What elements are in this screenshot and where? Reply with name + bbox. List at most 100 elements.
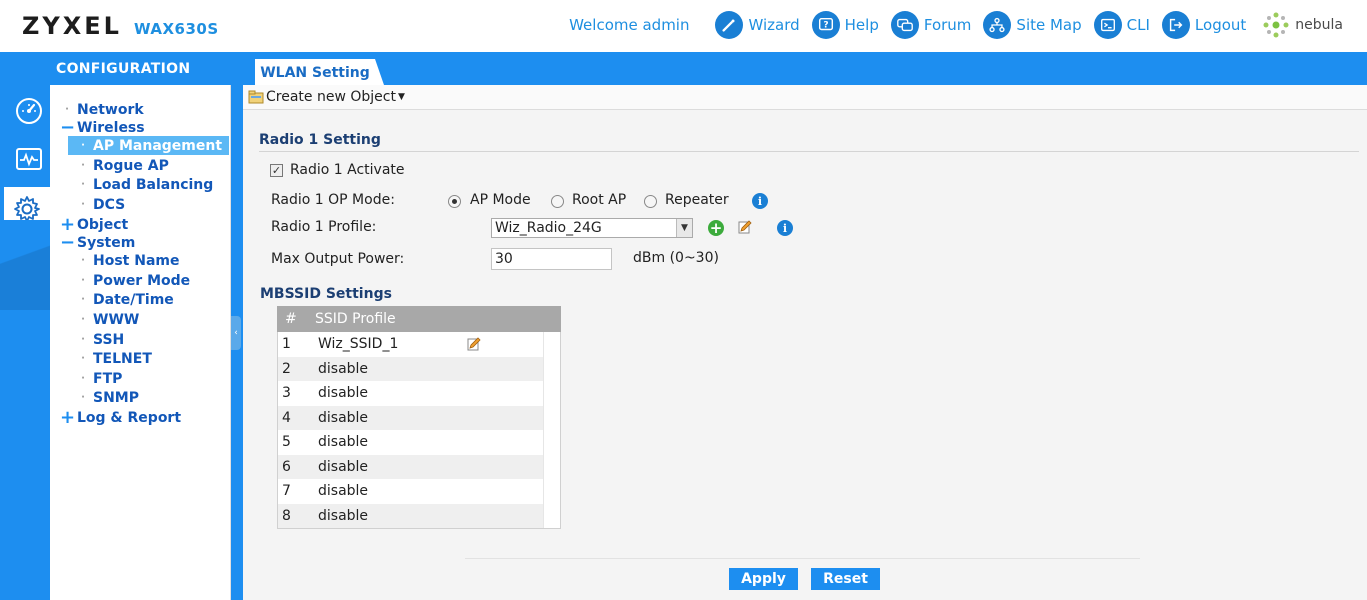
radio-profile-value: Wiz_Radio_24G — [495, 220, 602, 236]
column-header-ssid-profile: SSID Profile — [315, 311, 396, 327]
nebula-label: nebula — [1295, 17, 1343, 33]
op-mode-repeater-radio[interactable] — [644, 195, 657, 208]
sitemap-label: Site Map — [1016, 16, 1082, 34]
max-power-input[interactable]: 30 — [491, 248, 612, 270]
tree-item-host-name[interactable]: · Host Name — [76, 251, 179, 270]
add-profile-icon[interactable]: + — [708, 220, 724, 236]
tree-item-log-report[interactable]: + Log & Report — [60, 408, 181, 427]
tree-item-ap-management[interactable]: · AP Management — [68, 136, 229, 155]
radio1-activate-label: Radio 1 Activate — [290, 162, 405, 178]
tree-item-ssh[interactable]: · SSH — [76, 330, 124, 349]
rail-shade — [0, 220, 50, 310]
rail-monitor[interactable] — [8, 137, 50, 181]
nebula-icon — [1263, 12, 1289, 38]
reset-button[interactable]: Reset — [811, 568, 880, 590]
radio-profile-select[interactable]: Wiz_Radio_24G ▼ — [491, 218, 693, 238]
cli-icon — [1093, 11, 1122, 39]
apply-button[interactable]: Apply — [729, 568, 798, 590]
tree-item-wireless[interactable]: − Wireless — [60, 118, 145, 137]
expand-icon[interactable]: + — [60, 408, 75, 426]
collapse-icon[interactable]: − — [60, 118, 75, 136]
collapse-icon[interactable]: − — [60, 233, 75, 251]
brand-logo: ZYXEL — [22, 12, 122, 40]
collapse-panel-handle[interactable]: ‹ — [231, 316, 241, 350]
tree-item-load-balancing[interactable]: · Load Balancing — [76, 175, 213, 194]
chevron-down-icon: ▼ — [676, 219, 692, 237]
table-row[interactable]: 2 disable — [278, 356, 560, 381]
table-row[interactable]: 6 disable — [278, 454, 560, 479]
help-label: Help — [844, 16, 879, 34]
mbssid-table: # SSID Profile 1 Wiz_SSID_1 2 disable 3 … — [277, 306, 561, 529]
cli-link[interactable]: CLI — [1093, 11, 1150, 39]
tree-item-telnet[interactable]: · TELNET — [76, 349, 152, 368]
create-object-menu[interactable]: Create new Object ▼ — [243, 85, 1367, 110]
op-mode-info-icon[interactable]: i — [752, 193, 768, 209]
tree-item-www[interactable]: · WWW — [76, 310, 139, 329]
edit-ssid-icon[interactable] — [467, 337, 481, 351]
forum-icon — [890, 11, 919, 39]
op-mode-root-ap-radio[interactable] — [551, 195, 564, 208]
expand-icon[interactable]: + — [60, 215, 75, 233]
tree-item-system[interactable]: − System — [60, 233, 135, 252]
forum-link[interactable]: Forum — [890, 11, 972, 39]
max-power-label: Max Output Power: — [271, 251, 405, 267]
table-row[interactable]: 5 disable — [278, 430, 560, 455]
op-mode-ap-radio[interactable] — [448, 195, 461, 208]
rail-dashboard[interactable] — [8, 89, 50, 133]
table-row[interactable]: 8 disable — [278, 503, 560, 528]
profile-label: Radio 1 Profile: — [271, 219, 377, 235]
chevron-down-icon: ▼ — [397, 92, 405, 102]
tree-item-ftp[interactable]: · FTP — [76, 369, 122, 388]
column-header-number: # — [285, 311, 297, 327]
tree-item-snmp[interactable]: · SNMP — [76, 388, 139, 407]
section-divider — [259, 151, 1359, 152]
table-row[interactable]: 7 disable — [278, 479, 560, 504]
table-scrollbar[interactable] — [543, 332, 560, 528]
op-mode-label: Radio 1 OP Mode: — [271, 192, 395, 208]
logout-link[interactable]: Logout — [1161, 11, 1246, 39]
model-name: WAX630S — [134, 20, 219, 38]
help-icon: ? — [811, 11, 840, 39]
footer-divider — [465, 558, 1140, 559]
sitemap-icon — [983, 11, 1012, 39]
config-tree: · Network − Wireless · AP Management · Rogue… — [50, 85, 231, 600]
edit-profile-icon[interactable] — [738, 220, 752, 234]
top-nav: Welcome admin Wizard ? Help Forum Site M… — [569, 9, 1343, 41]
tree-item-date-time[interactable]: · Date/Time — [76, 290, 174, 309]
nebula-logo[interactable]: nebula — [1260, 9, 1343, 41]
help-link[interactable]: ? Help — [811, 11, 879, 39]
wizard-link[interactable]: Wizard — [715, 11, 800, 39]
forum-label: Forum — [923, 16, 972, 34]
table-header: # SSID Profile — [277, 306, 561, 332]
object-icon — [248, 90, 264, 104]
table-row[interactable]: 4 disable — [278, 405, 560, 430]
op-mode-ap-label: AP Mode — [470, 192, 531, 208]
table-body: 1 Wiz_SSID_1 2 disable 3 disable 4 disab… — [277, 332, 561, 529]
monitor-icon — [16, 148, 42, 170]
wizard-label: Wizard — [748, 16, 800, 34]
table-row[interactable]: 3 disable — [278, 381, 560, 406]
mbssid-section-title: MBSSID Settings — [260, 286, 392, 302]
max-power-unit: dBm (0~30) — [633, 250, 719, 266]
radio1-activate-checkbox[interactable]: ✓ — [270, 164, 283, 177]
tab-corner — [375, 59, 384, 85]
dashboard-icon — [16, 98, 42, 124]
table-row[interactable]: 1 Wiz_SSID_1 — [278, 332, 560, 357]
cli-label: CLI — [1126, 16, 1150, 34]
profile-info-icon[interactable]: i — [777, 220, 793, 236]
radio1-section-title: Radio 1 Setting — [259, 132, 381, 148]
op-mode-repeater-label: Repeater — [665, 192, 729, 208]
create-object-label: Create new Object — [266, 89, 396, 105]
sitemap-link[interactable]: Site Map — [983, 11, 1082, 39]
top-header: ZYXEL WAX630S Welcome admin Wizard ? Hel… — [0, 0, 1367, 52]
wizard-icon — [715, 11, 744, 39]
svg-text:?: ? — [823, 21, 828, 31]
tree-item-rogue-ap[interactable]: · Rogue AP — [76, 156, 169, 175]
icon-rail — [0, 85, 50, 600]
tree-item-power-mode[interactable]: · Power Mode — [76, 271, 190, 290]
configuration-title: CONFIGURATION — [56, 61, 191, 77]
op-mode-root-ap-label: Root AP — [572, 192, 627, 208]
tab-wlan-setting[interactable]: WLAN Setting — [255, 59, 375, 87]
navigation-bar — [0, 52, 1367, 85]
tree-item-dcs[interactable]: · DCS — [76, 195, 125, 214]
